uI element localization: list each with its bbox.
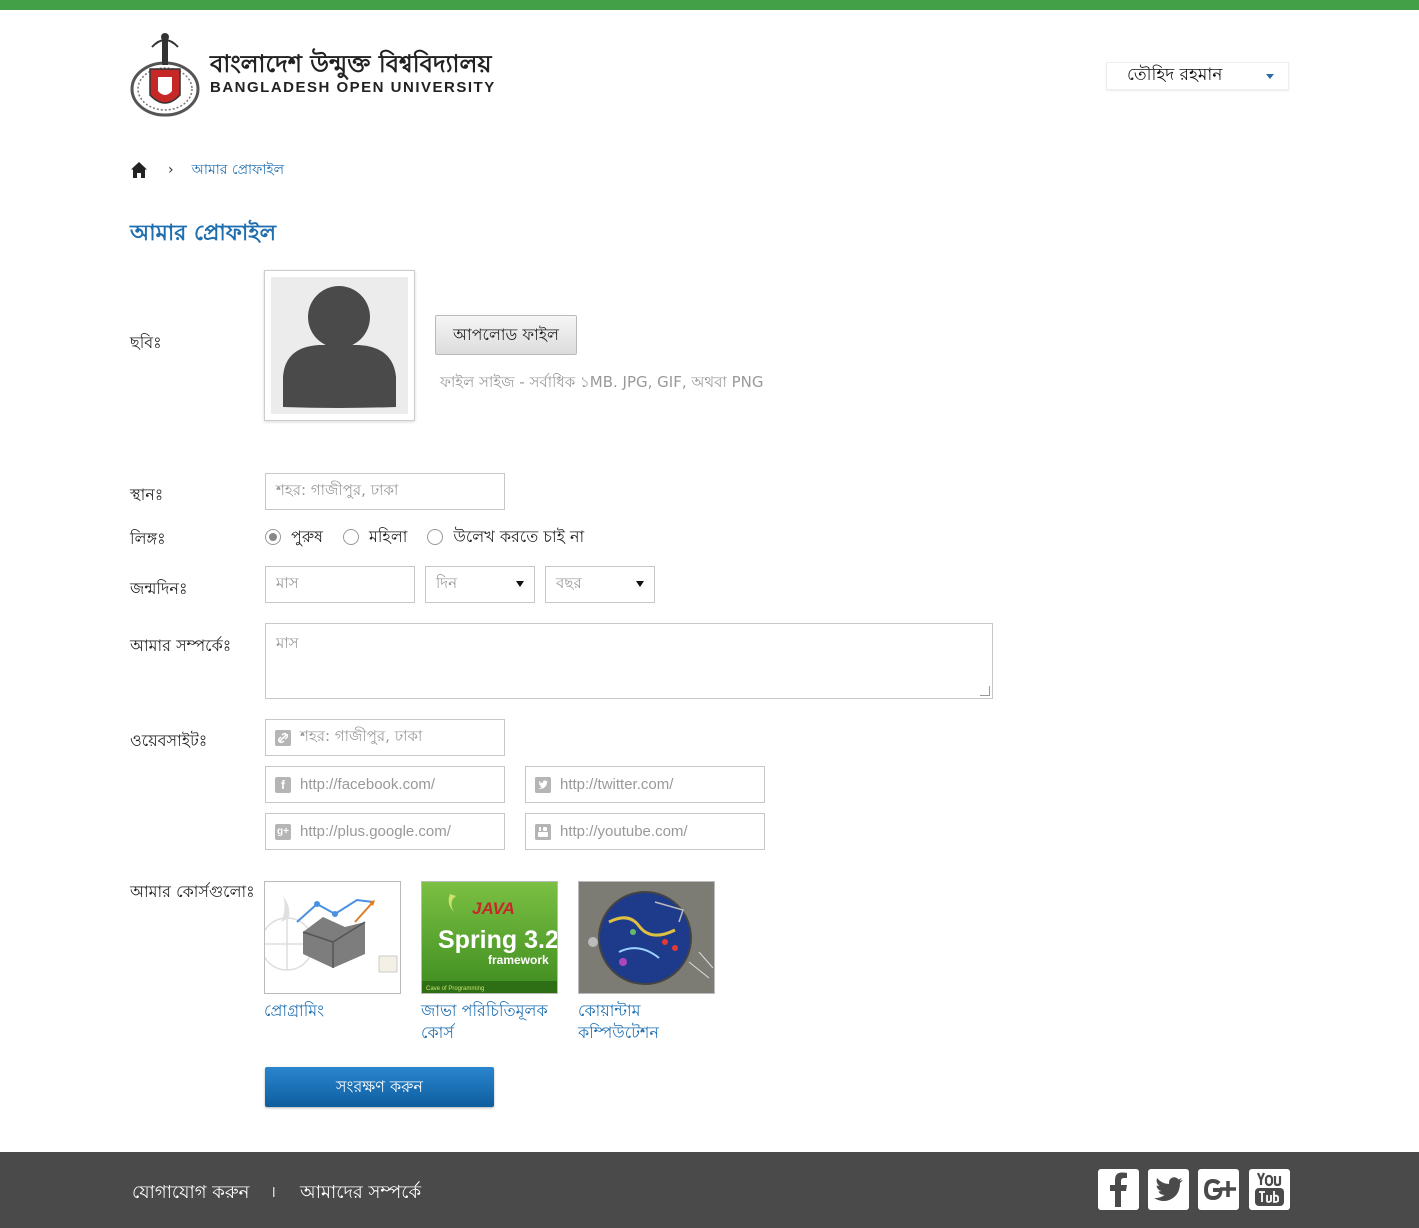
gender-option-label: উলেখ করতে চাই না: [453, 526, 585, 546]
youtube-icon[interactable]: [1249, 1169, 1290, 1210]
website-label: ওয়েবসাইটঃ: [130, 731, 208, 750]
breadcrumb-separator: ›: [168, 162, 174, 178]
course-card[interactable]: প্রোগ্রামিং: [264, 881, 401, 1022]
about-label: আমার সম্পর্কেঃ: [130, 636, 232, 655]
footer-separator: ।: [270, 1182, 277, 1201]
google-plus-icon[interactable]: [1198, 1169, 1239, 1210]
youtube-icon: [535, 824, 551, 840]
logo-bengali-text: বাংলাদেশ উন্মুক্ত বিশ্ববিদ্যালয়: [210, 50, 492, 78]
resize-handle-icon[interactable]: [980, 686, 990, 696]
twitter-icon[interactable]: [1148, 1169, 1189, 1210]
breadcrumb-current[interactable]: আমার প্রোফাইল: [192, 158, 285, 182]
twitter-icon: [535, 777, 551, 793]
location-placeholder: শহর: গাজীপুর, ঢাকা: [276, 481, 399, 499]
course-title[interactable]: জাভা পরিচিতিমূলক কোর্স: [421, 1000, 558, 1044]
facebook-url-input[interactable]: f http://facebook.com/: [265, 766, 505, 803]
footer: যোগাযোগ করুন । আমাদের সম্পর্কে: [0, 1152, 1419, 1228]
java-text: JAVA: [472, 899, 515, 918]
upload-file-button[interactable]: আপলোড ফাইল: [435, 315, 577, 355]
caret-down-icon: [1266, 74, 1274, 79]
facebook-placeholder: http://facebook.com/: [300, 776, 436, 793]
courses-label: আমার কোর্সগুলোঃ: [130, 882, 255, 901]
dob-day-select[interactable]: দিন: [425, 566, 535, 603]
about-textarea[interactable]: মাস: [265, 623, 993, 699]
dob-day-placeholder: দিন: [436, 574, 458, 592]
gender-radio-female[interactable]: [342, 529, 359, 545]
photo-label: ছবিঃ: [130, 333, 162, 352]
dob-label: জন্মদিনঃ: [130, 579, 188, 598]
logo-english-text: BANGLADESH OPEN UNIVERSITY: [210, 79, 496, 96]
breadcrumb: › আমার প্রোফাইল: [130, 158, 284, 182]
course-title[interactable]: প্রোগ্রামিং: [264, 1000, 401, 1022]
dropdown-arrow-icon: [636, 581, 644, 587]
user-menu-dropdown[interactable]: তৌহিদ রহমান: [1106, 62, 1289, 90]
course-thumbnail-java[interactable]: JAVA Spring 3.2 framework Cave of Progra…: [421, 881, 558, 994]
about-placeholder: মাস: [276, 634, 299, 652]
gender-radio-undisclosed[interactable]: [427, 529, 444, 545]
dropdown-arrow-icon: [516, 581, 524, 587]
twitter-url-input[interactable]: http://twitter.com/: [525, 766, 765, 803]
link-icon: [275, 730, 291, 746]
dob-year-placeholder: বছর: [556, 574, 582, 592]
gender-label: লিঙ্গঃ: [130, 529, 166, 548]
dob-month-placeholder: মাস: [276, 574, 299, 592]
framework-text: framework: [488, 953, 549, 967]
website-placeholder: শহর: গাজীপুর, ঢাকা: [300, 727, 423, 745]
upload-hint: ফাইল সাইজ - সর্বাধিক ১MB. JPG, GIF, অথবা…: [440, 373, 764, 391]
youtube-placeholder: http://youtube.com/: [560, 823, 688, 840]
website-input[interactable]: শহর: গাজীপুর, ঢাকা: [265, 719, 505, 756]
facebook-icon: f: [275, 777, 291, 793]
course-card[interactable]: কোয়ান্টাম কম্পিউটেশন: [578, 881, 715, 1044]
home-icon[interactable]: [130, 161, 148, 179]
logo-text: বাংলাদেশ উন্মুক্ত বিশ্ববিদ্যালয় BANGLAD…: [210, 49, 496, 97]
google-plus-url-input[interactable]: g+ http://plus.google.com/: [265, 813, 505, 850]
gender-option-label: পুরুষ: [291, 526, 323, 546]
user-name: তৌহিদ রহমান: [1127, 65, 1223, 85]
page-title: আমার প্রোফাইল: [130, 221, 277, 246]
google-plus-icon: g+: [275, 824, 291, 840]
course-card[interactable]: JAVA Spring 3.2 framework Cave of Progra…: [421, 881, 558, 1044]
course-thumbnail-programming[interactable]: [264, 881, 401, 994]
location-input[interactable]: শহর: গাজীপুর, ঢাকা: [265, 473, 505, 510]
dob-year-select[interactable]: বছর: [545, 566, 655, 603]
avatar: [264, 270, 415, 421]
footer-about-link[interactable]: আমাদের সম্পর্কে: [300, 1178, 421, 1209]
save-button[interactable]: সংরক্ষণ করুন: [265, 1067, 494, 1107]
course-title[interactable]: কোয়ান্টাম কম্পিউটেশন: [578, 1000, 715, 1044]
facebook-icon[interactable]: [1098, 1169, 1139, 1210]
university-emblem-icon: [130, 29, 200, 117]
footer-contact-link[interactable]: যোগাযোগ করুন: [132, 1178, 249, 1209]
university-logo[interactable]: বাংলাদেশ উন্মুক্ত বিশ্ববিদ্যালয় BANGLAD…: [130, 28, 510, 118]
spring-text: Spring 3.2: [438, 926, 558, 954]
dob-month-input[interactable]: মাস: [265, 566, 415, 603]
gender-radio-male[interactable]: [265, 529, 281, 545]
location-label: স্থানঃ: [130, 485, 164, 504]
course-thumbnail-quantum[interactable]: [578, 881, 715, 994]
cave-text: Cave of Programming: [426, 986, 484, 992]
twitter-placeholder: http://twitter.com/: [560, 776, 674, 793]
google-plus-placeholder: http://plus.google.com/: [300, 823, 451, 840]
gender-radio-group: পুরুষ মহিলা উলেখ করতে চাই না: [265, 525, 604, 549]
youtube-url-input[interactable]: http://youtube.com/: [525, 813, 765, 850]
gender-option-label: মহিলা: [368, 526, 408, 546]
top-accent-bar: [0, 0, 1419, 10]
default-user-icon: [271, 277, 408, 414]
